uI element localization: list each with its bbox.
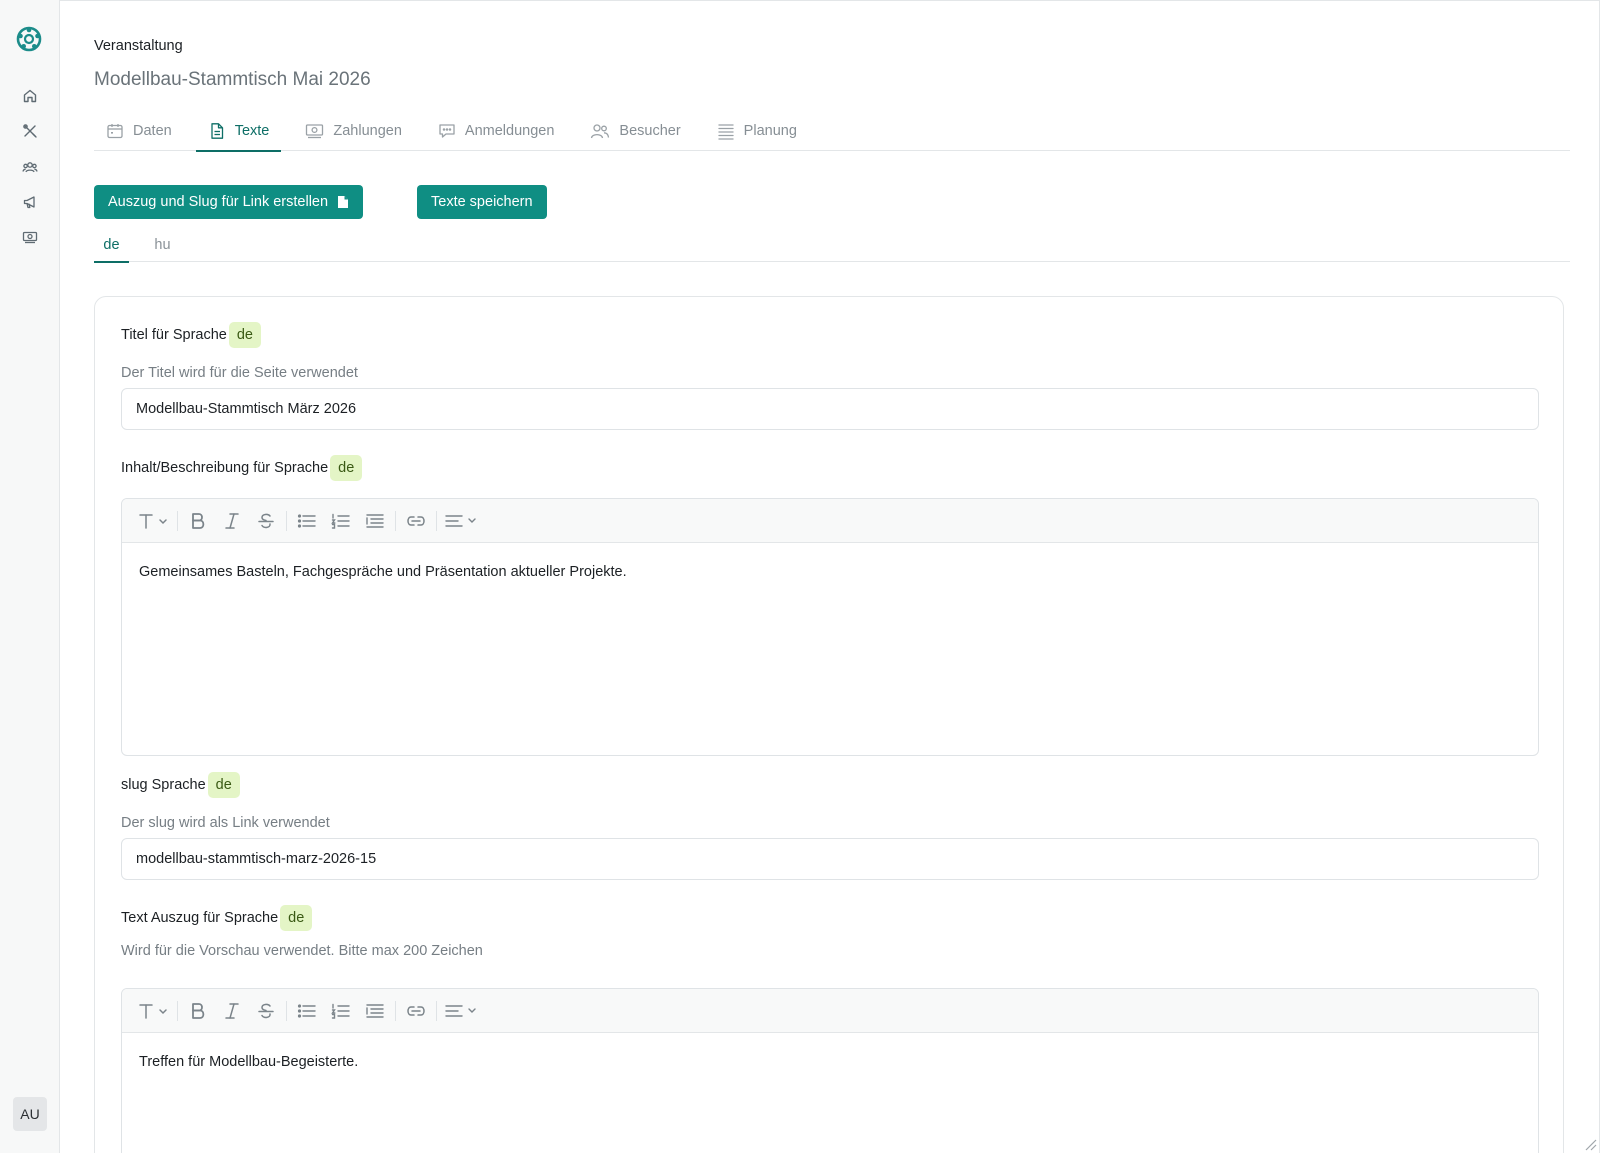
strikethrough-icon[interactable] bbox=[249, 506, 283, 536]
numbered-list-icon[interactable] bbox=[324, 506, 358, 536]
bold-icon[interactable] bbox=[181, 506, 215, 536]
generate-button-label: Auszug und Slug für Link erstellen bbox=[108, 194, 329, 210]
bullet-list-icon[interactable] bbox=[290, 506, 324, 536]
lang-tab-hu[interactable]: hu bbox=[145, 227, 180, 262]
numbered-list-icon[interactable] bbox=[324, 996, 358, 1026]
tab-label: Planung bbox=[743, 123, 797, 139]
lang-tab-de[interactable]: de bbox=[94, 227, 129, 263]
toolbar-separator bbox=[286, 1000, 287, 1021]
tab-besucher[interactable]: Besucher bbox=[578, 111, 692, 151]
title-input[interactable]: Modellbau-Stammtisch März 2026 bbox=[121, 388, 1539, 430]
tab-planung[interactable]: Planung bbox=[705, 111, 809, 151]
language-badge: de bbox=[280, 905, 313, 931]
page-label: Veranstaltung bbox=[94, 38, 183, 54]
tab-anmeldungen[interactable]: Anmeldungen bbox=[426, 111, 567, 151]
link-icon[interactable] bbox=[399, 506, 433, 536]
toolbar-separator bbox=[395, 510, 396, 531]
toolbar-separator bbox=[436, 1000, 437, 1021]
page-title: Modellbau-Stammtisch Mai 2026 bbox=[94, 69, 371, 90]
excerpt-editor-body[interactable]: Treffen für Modellbau-Begeisterte. bbox=[122, 1033, 1538, 1091]
indent-list-icon[interactable] bbox=[358, 506, 392, 536]
text-style-dropdown-icon[interactable] bbox=[134, 506, 174, 536]
align-dropdown-icon[interactable] bbox=[440, 506, 484, 536]
tab-label: Besucher bbox=[619, 123, 681, 139]
title-hint: Der Titel wird für die Seite verwendet bbox=[121, 365, 358, 381]
slug-hint: Der slug wird als Link verwendet bbox=[121, 815, 330, 831]
users-icon bbox=[591, 124, 610, 139]
document-icon bbox=[211, 123, 223, 139]
file-icon bbox=[338, 196, 349, 208]
sidebar: AU bbox=[0, 0, 60, 1153]
slug-label-text: slug Sprache bbox=[121, 777, 206, 793]
chat-icon bbox=[439, 124, 455, 138]
language-badge: de bbox=[330, 455, 363, 481]
title-field-label: Titel für Sprache de bbox=[121, 322, 261, 348]
user-avatar[interactable]: AU bbox=[13, 1097, 47, 1131]
resize-grip-icon[interactable] bbox=[1583, 1137, 1597, 1151]
excerpt-label-text: Text Auszug für Sprache bbox=[121, 910, 279, 926]
content-label-text: Inhalt/Beschreibung für Sprache bbox=[121, 460, 329, 476]
main-content: Veranstaltung Modellbau-Stammtisch Mai 2… bbox=[60, 0, 1600, 1153]
language-badge: de bbox=[207, 772, 240, 798]
toolbar-separator bbox=[395, 1000, 396, 1021]
bold-icon[interactable] bbox=[181, 996, 215, 1026]
save-button-label: Texte speichern bbox=[431, 194, 533, 210]
tab-texte[interactable]: Texte bbox=[195, 111, 282, 152]
editor-toolbar bbox=[122, 499, 1538, 543]
bullet-list-icon[interactable] bbox=[290, 996, 324, 1026]
tab-daten[interactable]: Daten bbox=[94, 111, 184, 151]
group-icon[interactable] bbox=[21, 158, 39, 176]
link-icon[interactable] bbox=[399, 996, 433, 1026]
generate-excerpt-slug-button[interactable]: Auszug und Slug für Link erstellen bbox=[94, 185, 364, 219]
indent-list-icon[interactable] bbox=[358, 996, 392, 1026]
list-icon bbox=[718, 124, 734, 140]
editor-toolbar bbox=[122, 989, 1538, 1033]
money-icon bbox=[306, 124, 324, 139]
tab-label: Anmeldungen bbox=[464, 123, 555, 139]
tab-label: Zahlungen bbox=[333, 123, 402, 139]
calendar-icon bbox=[107, 124, 123, 139]
slug-field-label: slug Sprache de bbox=[121, 772, 240, 798]
italic-icon[interactable] bbox=[215, 996, 249, 1026]
home-icon[interactable] bbox=[21, 87, 39, 105]
slug-input[interactable]: modellbau-stammtisch-marz-2026-15 bbox=[121, 838, 1539, 880]
save-texts-button[interactable]: Texte speichern bbox=[417, 185, 547, 219]
money-icon[interactable] bbox=[21, 228, 39, 246]
strikethrough-icon[interactable] bbox=[249, 996, 283, 1026]
content-field-label: Inhalt/Beschreibung für Sprache de bbox=[121, 455, 363, 481]
toolbar-separator bbox=[177, 510, 178, 531]
language-tabs: de hu bbox=[94, 227, 1570, 263]
app-logo-icon[interactable] bbox=[16, 26, 42, 52]
toolbar-separator bbox=[436, 510, 437, 531]
toolbar-separator bbox=[286, 510, 287, 531]
tab-label: Texte bbox=[234, 123, 270, 139]
tools-icon[interactable] bbox=[21, 122, 39, 140]
title-label-text: Titel für Sprache bbox=[121, 327, 227, 343]
megaphone-icon[interactable] bbox=[21, 193, 39, 211]
content-editor-body[interactable]: Gemeinsames Basteln, Fachgespräche und P… bbox=[122, 543, 1538, 601]
section-tabs: Daten Texte Zahlungen Anmeldungen Besuch… bbox=[94, 111, 1570, 152]
excerpt-hint: Wird für die Vorschau verwendet. Bitte m… bbox=[121, 943, 483, 959]
align-dropdown-icon[interactable] bbox=[440, 996, 484, 1026]
tab-zahlungen[interactable]: Zahlungen bbox=[293, 111, 414, 151]
toolbar-separator bbox=[177, 1000, 178, 1021]
texts-form-card: Titel für Sprache de Der Titel wird für … bbox=[94, 296, 1564, 1153]
text-style-dropdown-icon[interactable] bbox=[134, 996, 174, 1026]
italic-icon[interactable] bbox=[215, 506, 249, 536]
excerpt-field-label: Text Auszug für Sprache de bbox=[121, 905, 313, 931]
content-editor: Gemeinsames Basteln, Fachgespräche und P… bbox=[121, 498, 1539, 756]
language-badge: de bbox=[228, 322, 261, 348]
tab-label: Daten bbox=[133, 123, 172, 139]
excerpt-editor: Treffen für Modellbau-Begeisterte. bbox=[121, 988, 1539, 1153]
